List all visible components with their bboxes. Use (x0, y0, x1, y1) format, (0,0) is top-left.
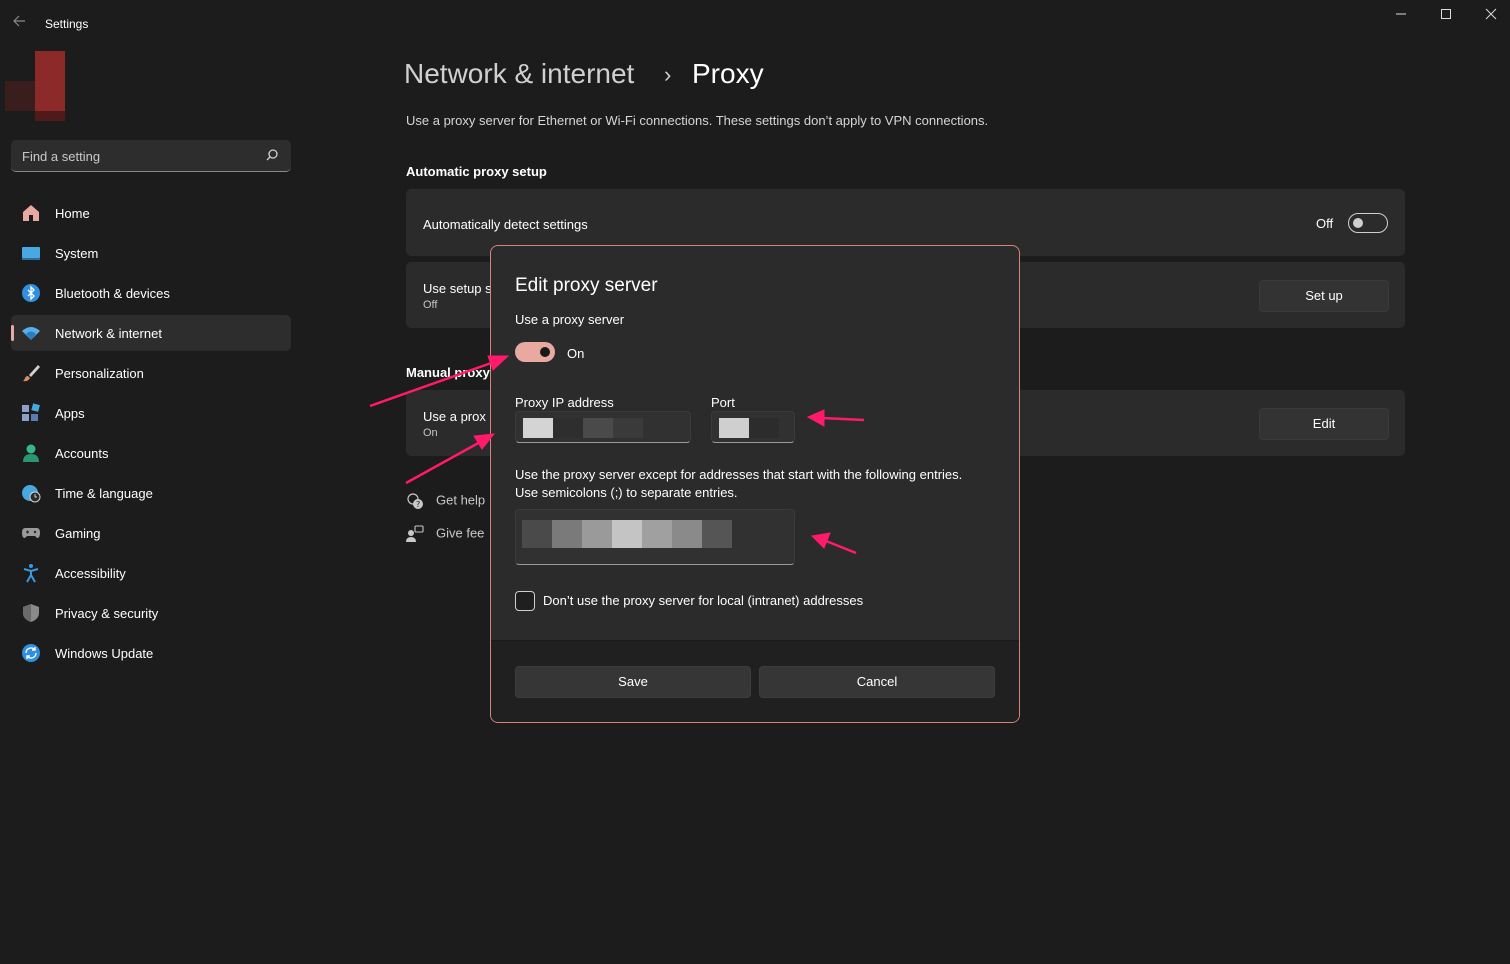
search-icon (265, 148, 279, 162)
feedback-icon (406, 525, 426, 543)
edit-button[interactable]: Edit (1259, 408, 1389, 440)
auto-detect-toggle[interactable] (1348, 213, 1388, 233)
home-icon (21, 203, 41, 223)
sidebar-item-label: Accounts (55, 446, 109, 461)
sidebar-item-home[interactable]: Home (11, 195, 291, 231)
section-heading-automatic: Automatic proxy setup (406, 164, 547, 179)
local-addresses-label: Don’t use the proxy server for local (in… (543, 593, 864, 608)
edit-proxy-dialog: Edit proxy server Use a proxy server On … (490, 245, 1020, 723)
ip-label: Proxy IP address (515, 395, 614, 410)
apps-icon (21, 403, 41, 423)
get-help-label: Get help (436, 492, 486, 508)
sidebar-item-network[interactable]: Network & internet (11, 315, 291, 351)
use-proxy-label: Use a proxy server (515, 312, 625, 327)
sidebar-item-label: Apps (55, 406, 85, 421)
use-proxy-state: On (567, 346, 585, 361)
accessibility-icon (21, 563, 41, 583)
search-placeholder: Find a setting (22, 149, 101, 164)
sidebar-item-time-language[interactable]: Time & language (11, 475, 291, 511)
auto-detect-label: Automatically detect settings (423, 217, 588, 232)
sidebar-item-label: Personalization (55, 366, 144, 381)
auto-detect-state: Off (1316, 216, 1334, 231)
manual-proxy-state: On (423, 427, 438, 439)
sidebar-item-accounts[interactable]: Accounts (11, 435, 291, 471)
setup-script-state: Off (423, 299, 438, 311)
accounts-icon (21, 443, 41, 463)
bluetooth-icon (21, 283, 41, 303)
avatar (5, 51, 67, 121)
svg-text:?: ? (416, 500, 420, 509)
globe-clock-icon (21, 483, 41, 503)
local-addresses-checkbox[interactable] (515, 591, 535, 611)
sidebar-item-system[interactable]: System (11, 235, 291, 271)
page-title: Proxy (692, 58, 764, 89)
sidebar-item-apps[interactable]: Apps (11, 395, 291, 431)
minimize-icon[interactable] (1378, 6, 1424, 26)
give-feedback-label: Give fee (436, 525, 485, 541)
sidebar-item-label: Network & internet (55, 326, 162, 341)
setup-script-label: Use setup s (423, 281, 492, 296)
breadcrumb-section[interactable]: Network & internet (404, 58, 634, 90)
port-input[interactable] (711, 411, 795, 443)
update-icon (21, 643, 41, 663)
sidebar-item-accessibility[interactable]: Accessibility (11, 555, 291, 591)
get-help-link[interactable]: ? Get help (406, 492, 485, 510)
use-proxy-toggle[interactable] (515, 342, 555, 362)
sidebar-item-label: Accessibility (55, 566, 126, 581)
save-button[interactable]: Save (515, 666, 751, 698)
maximize-icon[interactable] (1423, 6, 1469, 26)
system-icon (21, 243, 41, 263)
sidebar-item-windows-update[interactable]: Windows Update (11, 635, 291, 671)
proxy-ip-input[interactable] (515, 411, 691, 443)
search-input[interactable]: Find a setting (11, 140, 291, 172)
close-icon[interactable] (1468, 6, 1510, 26)
sidebar-item-label: Time & language (55, 486, 153, 501)
sidebar-item-personalization[interactable]: Personalization (11, 355, 291, 391)
app-title: Settings (45, 17, 89, 31)
give-feedback-link[interactable]: Give fee (406, 525, 484, 543)
manual-proxy-label: Use a prox (423, 409, 486, 424)
sidebar-item-label: Home (55, 206, 90, 221)
wifi-icon (21, 323, 41, 343)
gamepad-icon (21, 523, 41, 543)
page-description: Use a proxy server for Ethernet or Wi-Fi… (406, 113, 989, 128)
shield-icon (21, 603, 41, 623)
brush-icon (21, 363, 41, 383)
chevron-right-icon: › (664, 62, 672, 87)
section-heading-manual: Manual proxy (406, 365, 490, 380)
exceptions-description-1: Use the proxy server except for addresse… (515, 467, 963, 482)
sidebar-item-label: Privacy & security (55, 606, 159, 621)
sidebar-item-label: Gaming (55, 526, 101, 541)
exceptions-description-2: Use semicolons (;) to separate entries. (515, 485, 738, 500)
back-icon[interactable] (12, 14, 28, 32)
sidebar-item-label: Windows Update (55, 646, 154, 661)
help-icon: ? (406, 492, 426, 510)
sidebar-item-bluetooth[interactable]: Bluetooth & devices (11, 275, 291, 311)
set-up-button[interactable]: Set up (1259, 280, 1389, 312)
dialog-title: Edit proxy server (515, 275, 658, 296)
sidebar-item-gaming[interactable]: Gaming (11, 515, 291, 551)
port-label: Port (711, 395, 735, 410)
sidebar-item-label: System (55, 246, 99, 261)
sidebar-item-label: Bluetooth & devices (55, 286, 170, 301)
sidebar-item-privacy[interactable]: Privacy & security (11, 595, 291, 631)
active-indicator (11, 325, 14, 341)
cancel-button[interactable]: Cancel (759, 666, 995, 698)
exceptions-textarea[interactable] (515, 509, 795, 565)
